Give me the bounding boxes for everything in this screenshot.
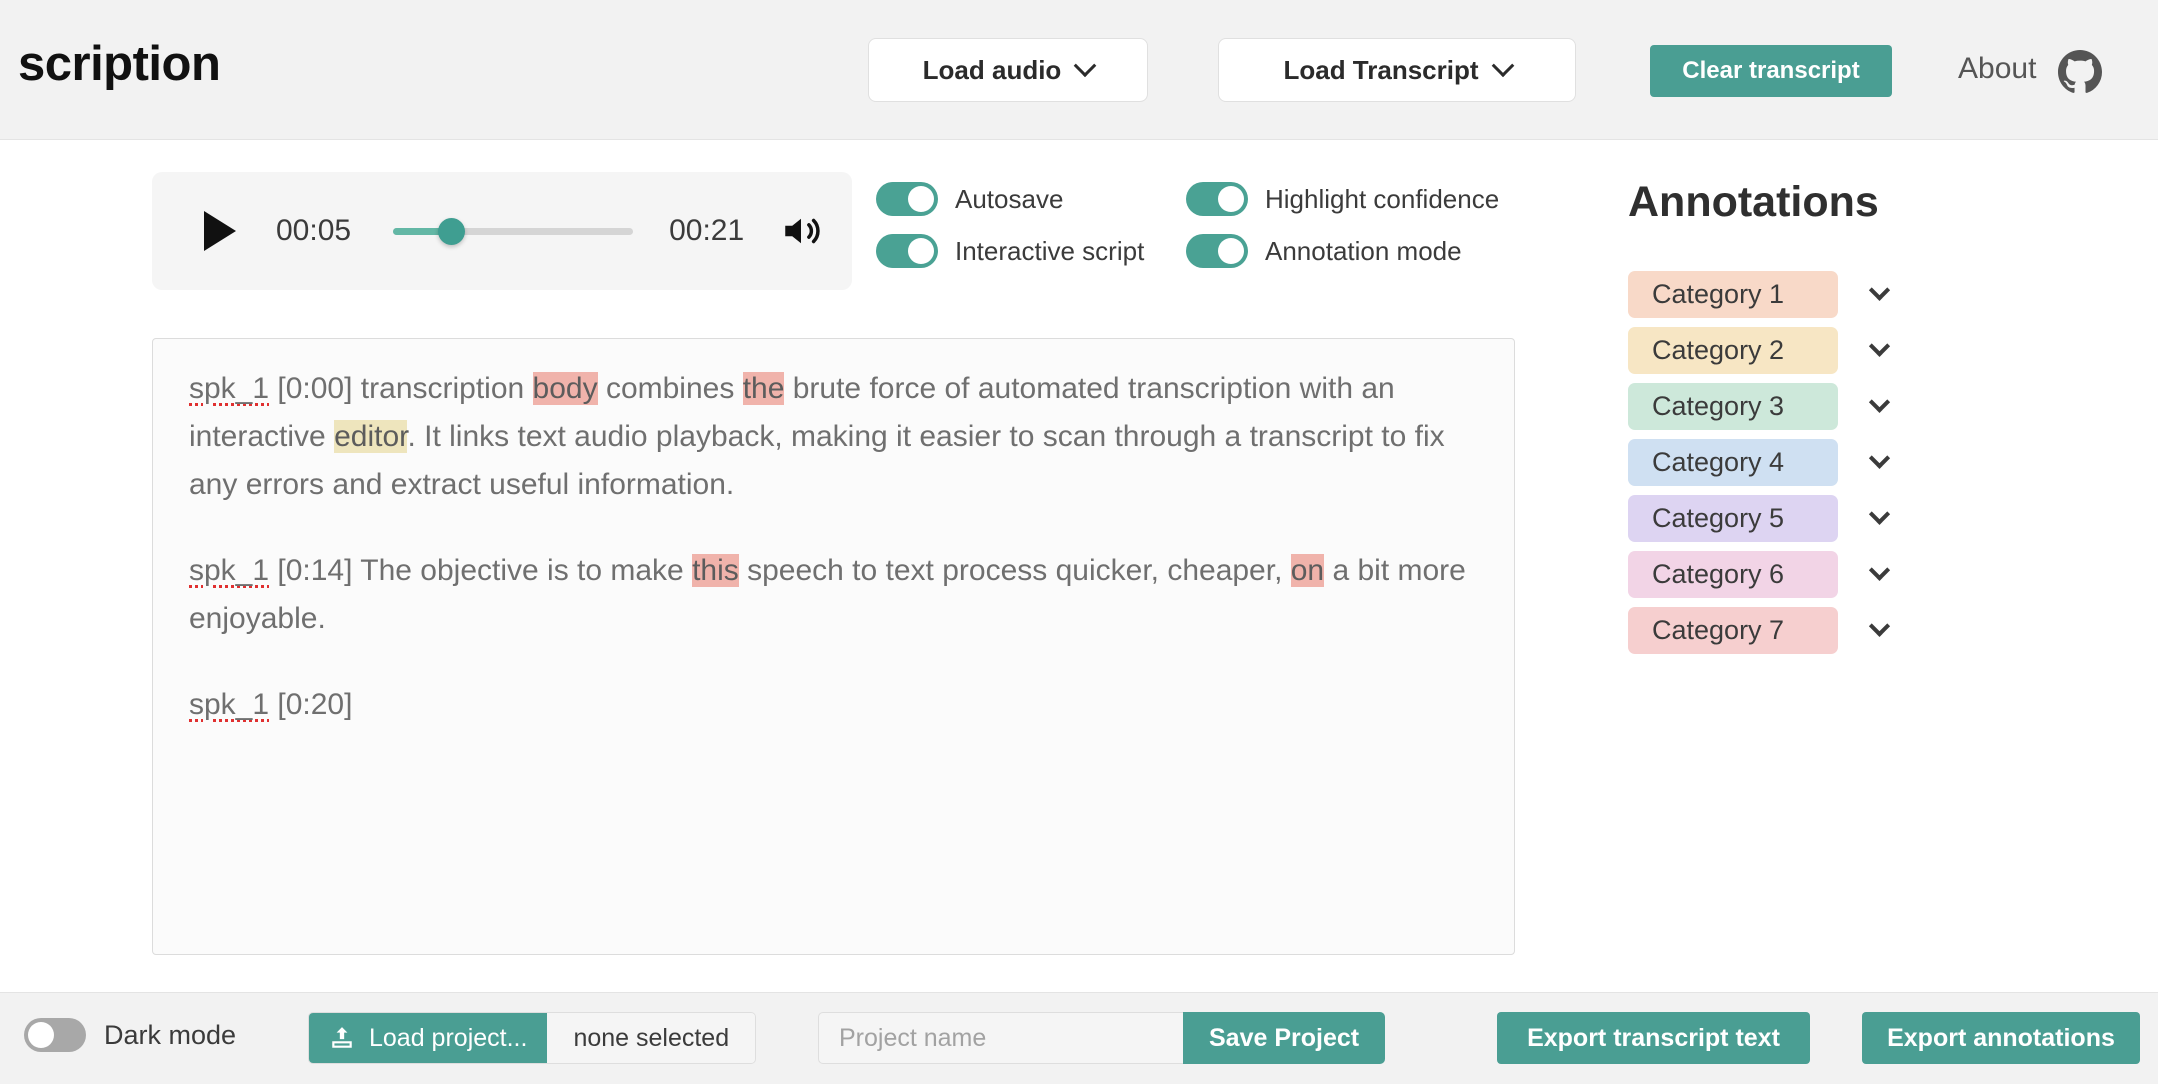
timestamp-label[interactable]: [0:14] [269, 554, 352, 587]
annotation-category-row: Category 4 [1628, 439, 2048, 486]
highlighted-word-mid-confidence[interactable]: editor [334, 420, 407, 453]
annotation-category-chip-3[interactable]: Category 3 [1628, 383, 1838, 430]
load-transcript-label: Load Transcript [1283, 55, 1478, 86]
current-time-label: 00:05 [276, 214, 351, 248]
toggle-label: Autosave [955, 184, 1063, 215]
about-link[interactable]: About [1958, 52, 2036, 86]
speaker-label[interactable]: spk_1 [189, 372, 269, 405]
seek-slider[interactable] [393, 214, 633, 248]
seek-thumb[interactable] [438, 218, 465, 245]
chevron-down-icon[interactable] [1869, 504, 1890, 525]
annotation-category-list: Category 1 Category 2 Category 3 Category 4… [1628, 271, 2048, 654]
transcript-editor[interactable]: spk_1 [0:00] transcription body combines… [152, 338, 1515, 955]
transcript-paragraph[interactable]: spk_1 [0:14] The objective is to make th… [189, 547, 1478, 643]
timestamp-label[interactable]: [0:00] [269, 372, 352, 405]
transcript-paragraph[interactable]: spk_1 [0:00] transcription body combines… [189, 365, 1478, 509]
annotations-title: Annotations [1628, 178, 2048, 227]
chevron-down-icon [1074, 54, 1097, 77]
transcript-text[interactable]: The objective is to make [352, 554, 692, 587]
transcript-text[interactable]: transcription [352, 372, 532, 405]
toggle-label: Annotation mode [1265, 236, 1462, 267]
annotation-category-chip-1[interactable]: Category 1 [1628, 271, 1838, 318]
toggle-interactive-script[interactable]: Interactive script [876, 234, 1186, 268]
export-annotations-button[interactable]: Export annotations [1862, 1012, 2140, 1064]
save-project-button[interactable]: Save Project [1183, 1012, 1385, 1064]
app-logo: scription [18, 36, 220, 92]
dark-mode-label: Dark mode [104, 1020, 236, 1051]
volume-icon[interactable] [780, 210, 822, 252]
app-header: scription Load audio Load Transcript Cle… [0, 0, 2158, 140]
load-audio-button[interactable]: Load audio [868, 38, 1148, 102]
chevron-down-icon[interactable] [1869, 448, 1890, 469]
toggle-switch[interactable] [876, 182, 938, 216]
toggle-highlight-confidence[interactable]: Highlight confidence [1186, 182, 1499, 216]
export-transcript-button[interactable]: Export transcript text [1497, 1012, 1810, 1064]
load-audio-label: Load audio [923, 55, 1062, 86]
audio-player: 00:05 00:21 [152, 172, 852, 290]
toggle-switch[interactable] [1186, 182, 1248, 216]
annotation-category-row: Category 6 [1628, 551, 2048, 598]
highlighted-word-low-confidence[interactable]: on [1291, 554, 1324, 587]
toggle-switch[interactable] [1186, 234, 1248, 268]
project-name-input[interactable] [818, 1012, 1183, 1064]
selected-file-status: none selected [547, 1013, 755, 1063]
toggle-label: Interactive script [955, 236, 1144, 267]
load-project-group: Load project... none selected [308, 1012, 756, 1064]
annotation-category-chip-5[interactable]: Category 5 [1628, 495, 1838, 542]
github-icon[interactable] [2058, 50, 2102, 94]
chevron-down-icon[interactable] [1869, 280, 1890, 301]
transcript-paragraph[interactable]: spk_1 [0:20] [189, 681, 1478, 729]
annotation-category-row: Category 3 [1628, 383, 2048, 430]
clear-transcript-button[interactable]: Clear transcript [1650, 45, 1892, 97]
annotation-category-chip-6[interactable]: Category 6 [1628, 551, 1838, 598]
highlighted-word-low-confidence[interactable]: body [533, 372, 598, 405]
total-time-label: 00:21 [669, 214, 744, 248]
highlighted-word-low-confidence[interactable]: this [692, 554, 739, 587]
toggle-label: Highlight confidence [1265, 184, 1499, 215]
annotation-category-chip-2[interactable]: Category 2 [1628, 327, 1838, 374]
transcript-text[interactable]: combines [598, 372, 743, 405]
annotation-category-row: Category 5 [1628, 495, 2048, 542]
chevron-down-icon[interactable] [1869, 560, 1890, 581]
highlighted-word-low-confidence[interactable]: the [743, 372, 785, 405]
app-footer: Dark mode Load project... none selected … [0, 992, 2158, 1084]
load-project-label: Load project... [369, 1024, 527, 1053]
settings-toggles: Autosave Highlight confidence Interactiv… [876, 182, 1499, 268]
annotation-category-row: Category 7 [1628, 607, 2048, 654]
chevron-down-icon[interactable] [1869, 336, 1890, 357]
toggle-autosave[interactable]: Autosave [876, 182, 1186, 216]
annotation-category-chip-7[interactable]: Category 7 [1628, 607, 1838, 654]
play-icon[interactable] [204, 211, 236, 251]
toggle-annotation-mode[interactable]: Annotation mode [1186, 234, 1499, 268]
annotations-panel: Annotations Category 1Category 2Category… [1628, 178, 2048, 663]
chevron-down-icon [1491, 54, 1514, 77]
chevron-down-icon[interactable] [1869, 392, 1890, 413]
annotation-category-row: Category 2 [1628, 327, 2048, 374]
toggle-switch[interactable] [876, 234, 938, 268]
speaker-label[interactable]: spk_1 [189, 554, 269, 587]
chevron-down-icon[interactable] [1869, 616, 1890, 637]
load-transcript-button[interactable]: Load Transcript [1218, 38, 1576, 102]
save-project-group: Save Project [818, 1012, 1385, 1064]
upload-icon [329, 1025, 355, 1051]
annotation-category-chip-4[interactable]: Category 4 [1628, 439, 1838, 486]
annotation-category-row: Category 1 [1628, 271, 2048, 318]
speaker-label[interactable]: spk_1 [189, 688, 269, 721]
dark-mode-toggle[interactable]: Dark mode [24, 1018, 236, 1052]
load-project-button[interactable]: Load project... [309, 1013, 547, 1063]
toggle-switch[interactable] [24, 1018, 86, 1052]
transcript-text[interactable]: speech to text process quicker, cheaper, [739, 554, 1291, 587]
timestamp-label[interactable]: [0:20] [269, 688, 352, 721]
